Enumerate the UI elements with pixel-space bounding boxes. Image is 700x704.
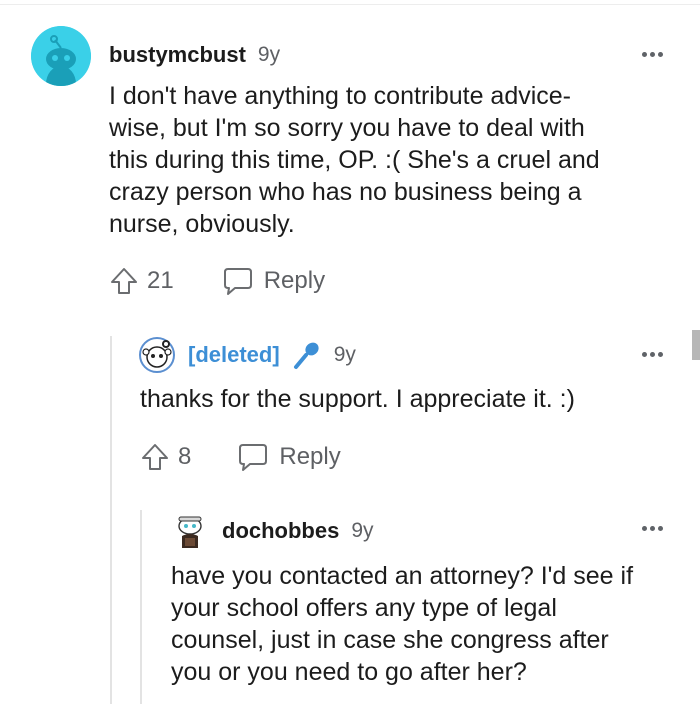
comment-body-line: counsel, just in case she congress after	[171, 626, 609, 654]
avatar[interactable]	[171, 512, 209, 550]
comment-dochobbes: dochobbes 9y have you contacted an attor…	[0, 0, 700, 704]
comment-body-line: your school offers any type of legal	[171, 594, 557, 622]
comment-age: 9y	[351, 519, 374, 542]
comment-body-line: you or you need to go after her?	[171, 658, 527, 686]
more-options-icon[interactable]	[642, 526, 663, 531]
comment-body-line: have you contacted an attorney? I'd see …	[171, 562, 634, 590]
snoo-hobbes-avatar-icon	[178, 516, 202, 548]
comment-body: have you contacted an attorney? I'd see …	[171, 560, 681, 688]
scrollbar-thumb[interactable]	[692, 330, 700, 360]
username[interactable]: dochobbes	[222, 518, 339, 544]
